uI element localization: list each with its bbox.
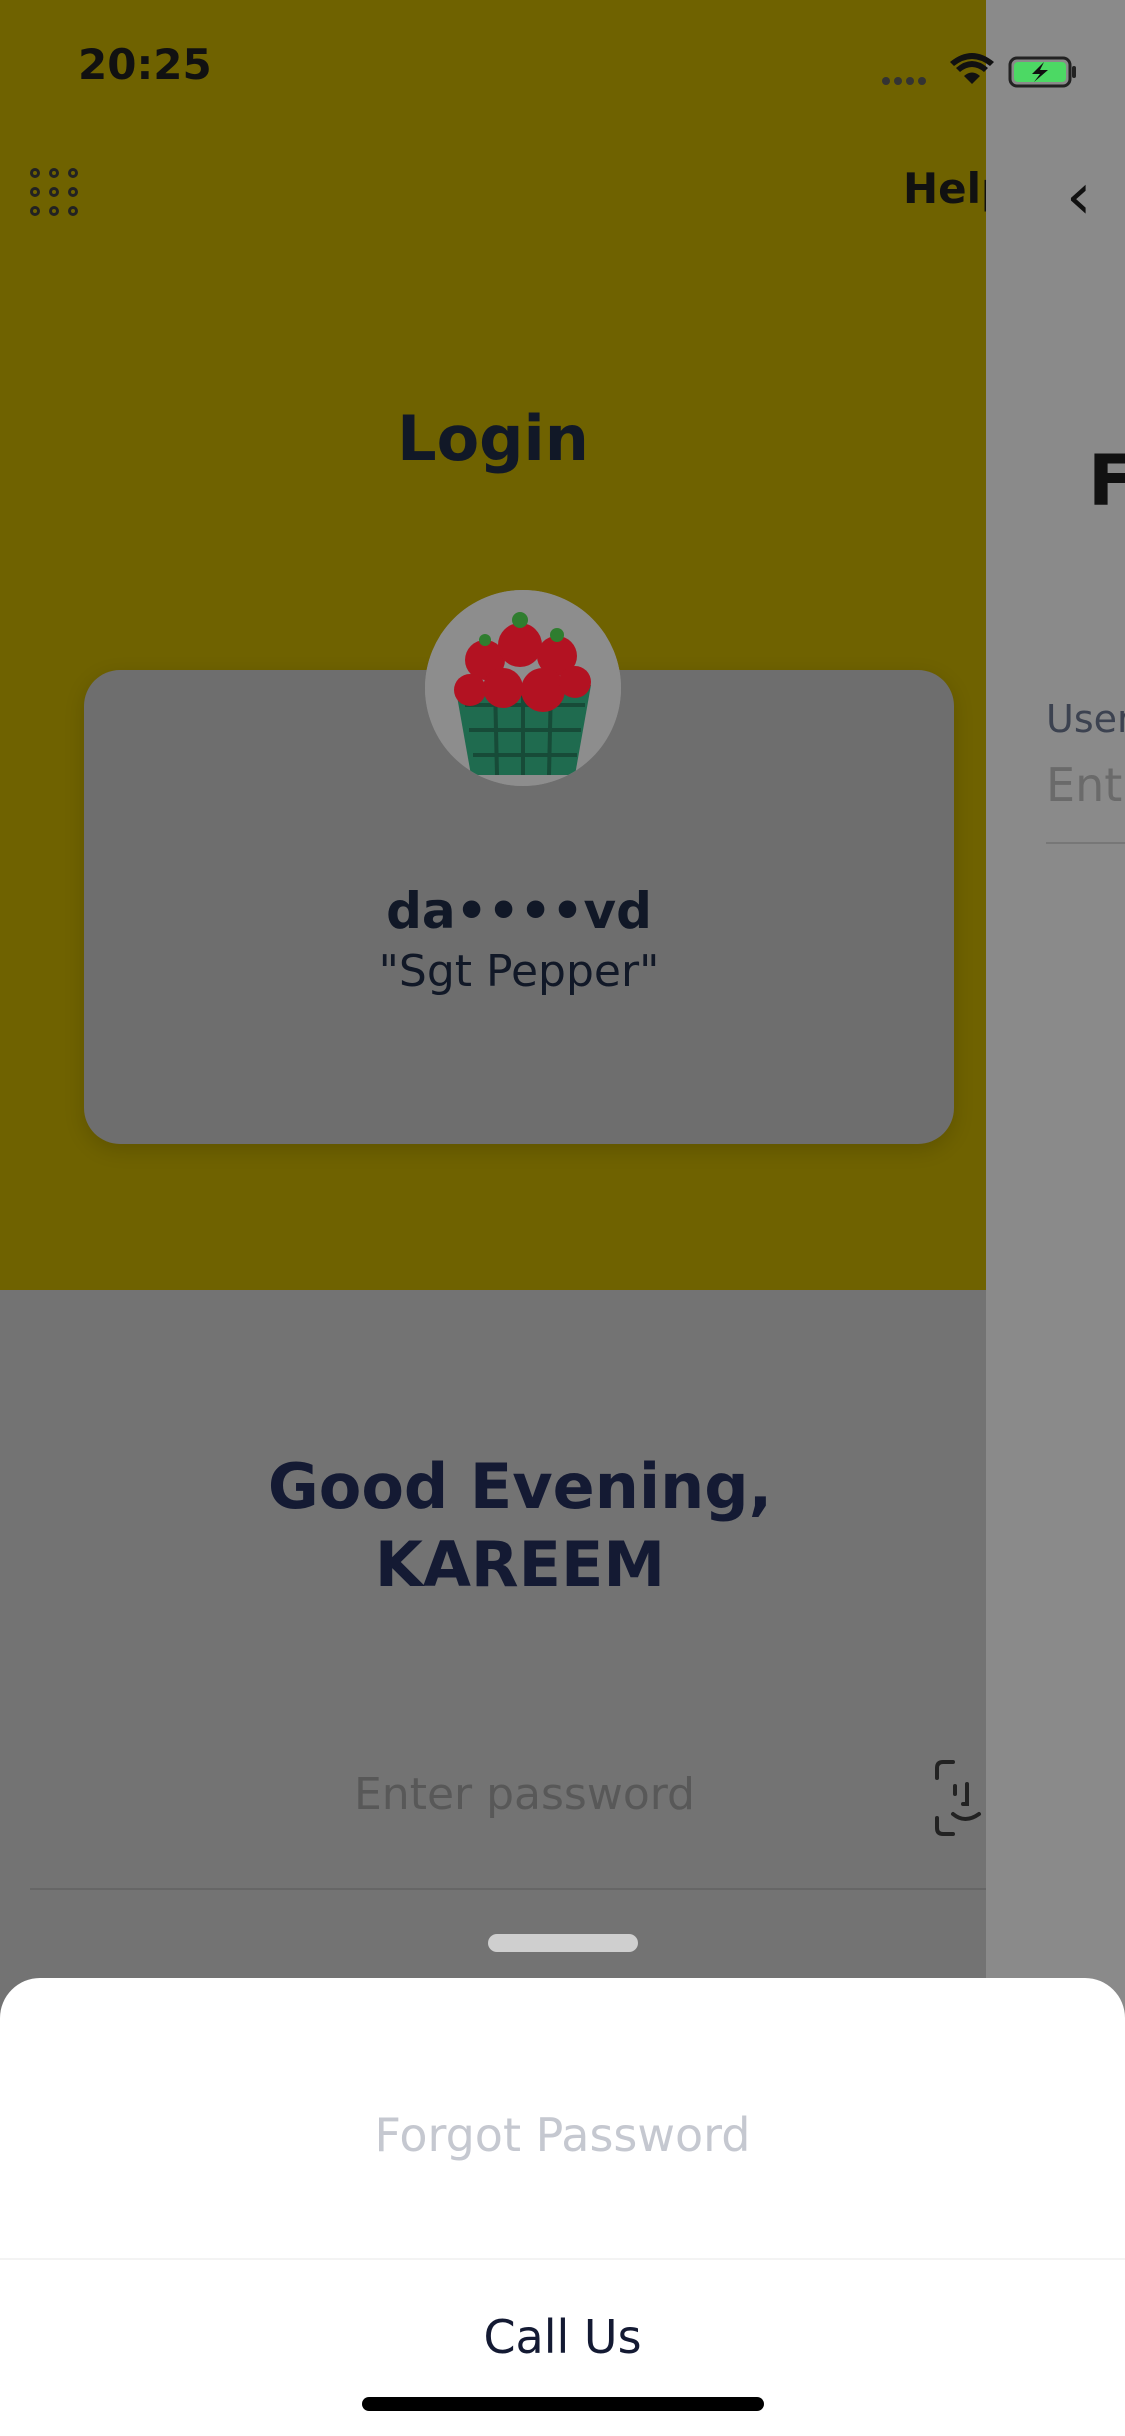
greeting-name: KAREEM	[374, 1528, 666, 1601]
account-name: da••••vd	[386, 882, 652, 940]
username-label: User	[1046, 697, 1125, 741]
next-screen-title: F	[1088, 440, 1125, 522]
avatar	[425, 590, 621, 786]
apps-grid-icon[interactable]	[30, 168, 80, 218]
forgot-password-option[interactable]: Forgot Password	[0, 2108, 1125, 2162]
help-link[interactable]: Help	[903, 164, 986, 213]
greeting: Good Evening, KAREEM	[0, 1448, 986, 1604]
home-indicator	[362, 2397, 764, 2411]
strawberry-basket-image	[425, 590, 621, 786]
password-input[interactable]	[30, 1758, 986, 1830]
password-underline	[30, 1888, 986, 1890]
username-placeholder: Ent	[1046, 758, 1123, 812]
wifi-icon	[950, 53, 994, 84]
status-time: 20:25	[78, 40, 212, 89]
signal-icon	[882, 77, 926, 85]
status-icons	[882, 53, 1076, 88]
call-us-option[interactable]: Call Us	[0, 2310, 1125, 2364]
face-id-icon[interactable]	[935, 1760, 986, 1836]
sheet-drag-handle[interactable]	[488, 1934, 638, 1952]
action-sheet: Forgot Password Call Us	[0, 1978, 1125, 2436]
greeting-line-1: Good Evening,	[267, 1450, 773, 1523]
sheet-divider	[0, 2258, 1125, 2260]
battery-icon	[1008, 56, 1076, 88]
login-screen: 20:25 Help Login	[0, 0, 1125, 2436]
account-nickname: "Sgt Pepper"	[378, 946, 660, 997]
page-title: Login	[397, 402, 589, 475]
back-chevron-icon[interactable]: ‹	[1066, 160, 1092, 234]
username-underline	[1046, 842, 1125, 844]
